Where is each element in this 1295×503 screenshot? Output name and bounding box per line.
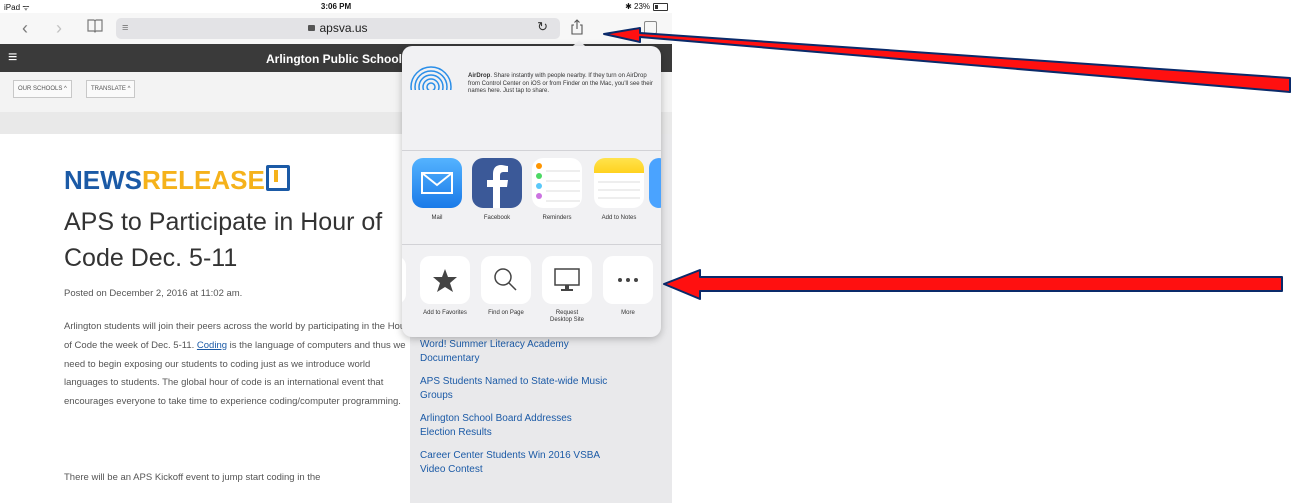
domain-text: apsva.us	[319, 21, 368, 35]
annotation-arrow-bottom	[663, 269, 1283, 300]
forward-button[interactable]: ›	[56, 17, 62, 39]
action-add-to-favorites[interactable]: Add to Favorites	[414, 256, 476, 317]
article: NEWSRELEASE APS to Participate in Hour o…	[0, 134, 410, 503]
star-icon	[420, 256, 470, 304]
magnifier-icon	[481, 256, 531, 304]
back-button[interactable]: ‹	[22, 17, 28, 39]
reload-icon[interactable]: ↻	[537, 19, 548, 35]
mail-icon	[412, 158, 462, 208]
action-label: Request Desktop Site	[549, 310, 585, 323]
desktop-icon	[542, 256, 592, 304]
divider	[402, 244, 661, 245]
app-label: Add to Notes	[601, 215, 637, 221]
share-app-partial[interactable]	[649, 158, 661, 208]
action-label: Find on Page	[488, 310, 524, 316]
action-label: More	[621, 310, 635, 316]
tabs-button[interactable]	[644, 21, 657, 34]
action-label: Add to Favorites	[423, 310, 467, 316]
battery-icon	[653, 3, 668, 11]
news-link[interactable]: APS Students Named to State-wide Music G…	[420, 375, 610, 403]
share-app-reminders[interactable]: Reminders	[527, 158, 587, 221]
notes-icon	[594, 158, 644, 208]
url-domain: apsva.us	[116, 21, 560, 35]
lock-icon	[308, 25, 316, 31]
app-label: Mail	[431, 215, 443, 221]
status-bar: iPad ᯤ 3:06 PM ✱ 23%	[0, 0, 672, 13]
airdrop-icon	[410, 66, 452, 108]
translate-dropdown[interactable]: TRANSLATE ^	[86, 80, 136, 98]
action-find-on-page[interactable]: Find on Page	[475, 256, 537, 317]
share-icon	[571, 19, 583, 35]
divider	[402, 150, 661, 151]
app-label: Reminders	[542, 215, 572, 221]
hamburger-menu-icon[interactable]: ≡	[8, 50, 17, 66]
airdrop-section[interactable]: AirDrop. Share instantly with people nea…	[402, 46, 661, 150]
article-headline: APS to Participate in Hour of Code Dec. …	[64, 208, 383, 272]
news-link[interactable]: Arlington School Board Addresses Electio…	[420, 412, 610, 440]
share-button[interactable]	[571, 19, 583, 35]
article-paragraph: Arlington students will join their peers…	[64, 321, 409, 408]
reminders-icon	[532, 158, 582, 208]
bookmarks-button[interactable]	[86, 16, 104, 39]
book-icon	[87, 19, 103, 33]
action-request-desktop-site[interactable]: Request Desktop Site	[536, 256, 598, 324]
share-app-facebook[interactable]: Facebook	[467, 158, 527, 221]
news-link[interactable]: Word! Summer Literacy Academy Documentar…	[420, 338, 610, 366]
site-title[interactable]: Arlington Public Schools	[266, 52, 409, 66]
partial-action-icon	[402, 256, 406, 304]
news-badge-icon	[265, 165, 290, 191]
more-icon	[603, 256, 653, 304]
share-apps-row: Mail Facebook Reminders Add to Notes	[402, 158, 661, 244]
action-partial[interactable]	[402, 256, 412, 304]
app-label: Facebook	[483, 215, 511, 221]
share-sheet: AirDrop. Share instantly with people nea…	[402, 46, 661, 337]
airdrop-description: AirDrop. Share instantly with people nea…	[468, 73, 653, 94]
coding-link[interactable]: Coding	[197, 340, 227, 351]
address-bar[interactable]: ≡ apsva.us ↻	[116, 18, 560, 39]
facebook-icon	[472, 158, 522, 208]
partial-app-icon	[649, 158, 661, 208]
annotation-arrow-top	[603, 27, 1291, 93]
share-actions-row: Add to Favorites Find on Page Request De…	[402, 256, 661, 336]
ipad-screen: iPad ᯤ 3:06 PM ✱ 23% ‹ › ≡ apsva.us ↻ ≡ …	[0, 0, 672, 503]
news-link[interactable]: Career Center Students Win 2016 VSBA Vid…	[420, 449, 610, 477]
news-list: Word! Summer Literacy Academy Documentar…	[420, 338, 610, 486]
article-paragraph-2: There will be an APS Kickoff event to ju…	[64, 472, 321, 483]
posted-date: Posted on December 2, 2016 at 11:02 am.	[64, 288, 243, 299]
our-schools-dropdown[interactable]: OUR SCHOOLS ^	[13, 80, 72, 98]
share-app-mail[interactable]: Mail	[407, 158, 467, 221]
clock: 3:06 PM	[320, 2, 352, 11]
battery-percent: ✱ 23%	[625, 2, 650, 11]
action-more[interactable]: More	[597, 256, 659, 317]
share-app-notes[interactable]: Add to Notes	[589, 158, 649, 221]
news-release-logo: NEWSRELEASE	[64, 163, 290, 196]
